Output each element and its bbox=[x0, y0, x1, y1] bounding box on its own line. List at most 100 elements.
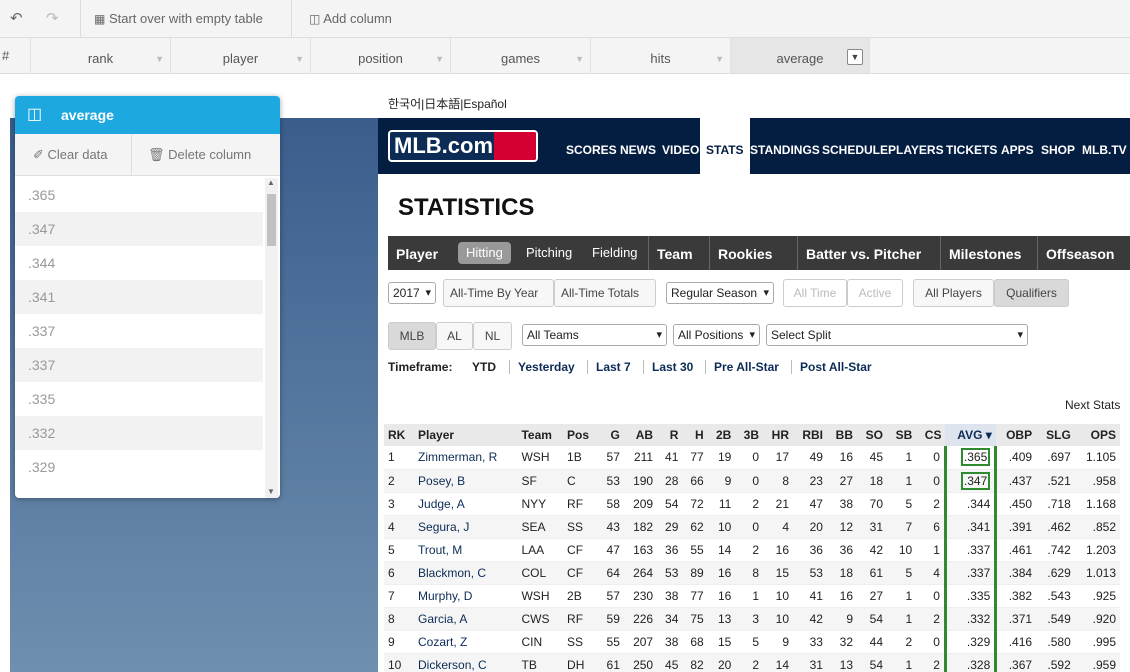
table-header-cell[interactable]: CS bbox=[916, 424, 946, 446]
language-spanish[interactable]: Español bbox=[463, 97, 506, 111]
list-item[interactable]: .329 bbox=[15, 450, 263, 484]
player-link[interactable]: Cozart, Z bbox=[414, 630, 518, 654]
tab-offseason[interactable]: Offseason Le bbox=[1037, 236, 1130, 298]
player-link[interactable]: Judge, A bbox=[414, 492, 518, 516]
column-header-average[interactable]: average ▼ bbox=[731, 38, 870, 73]
nav-players[interactable]: PLAYERS bbox=[888, 118, 944, 174]
next-stats-link[interactable]: Next Stats bbox=[1065, 398, 1120, 412]
all-players-button[interactable]: All Players bbox=[913, 279, 994, 307]
undo-icon[interactable]: ↶ bbox=[10, 0, 23, 37]
all-time-toggle[interactable]: All Time bbox=[783, 279, 847, 307]
player-link[interactable]: Trout, M bbox=[414, 538, 518, 562]
start-over-button[interactable]: ▦ Start over with empty table bbox=[94, 0, 263, 37]
table-header-cell[interactable]: SLG bbox=[1036, 424, 1075, 446]
qualifiers-button[interactable]: Qualifiers bbox=[994, 279, 1069, 307]
split-select[interactable]: Select Split bbox=[766, 324, 1028, 346]
nav-stats[interactable]: STATS bbox=[700, 118, 750, 174]
active-toggle[interactable]: Active bbox=[847, 279, 903, 307]
timeframe-post-all-star[interactable]: Post All-Star bbox=[791, 360, 872, 374]
scroll-down-icon[interactable]: ▼ bbox=[267, 487, 275, 496]
table-header-cell[interactable]: BB bbox=[826, 424, 857, 446]
column-header-hits[interactable]: hits ▼ bbox=[591, 38, 731, 73]
table-header-cell[interactable]: OPS bbox=[1074, 424, 1120, 446]
list-item[interactable]: .335 bbox=[15, 382, 263, 416]
table-header-cell[interactable]: RK bbox=[384, 424, 415, 446]
table-header-cell[interactable]: G bbox=[598, 424, 624, 446]
table-header-cell[interactable]: AVG ▾ bbox=[945, 424, 996, 446]
nav-mlbtv[interactable]: MLB.TV bbox=[1082, 118, 1127, 174]
table-header-cell[interactable]: H bbox=[682, 424, 708, 446]
timeframe-yesterday[interactable]: Yesterday bbox=[509, 360, 575, 374]
player-link[interactable]: Dickerson, C bbox=[414, 653, 518, 672]
tab-hitting[interactable]: Hitting bbox=[458, 242, 511, 264]
table-header-cell[interactable]: SO bbox=[857, 424, 888, 446]
redo-icon[interactable]: ↷ bbox=[46, 0, 59, 37]
table-header-cell[interactable]: Pos bbox=[563, 424, 599, 446]
tab-pitching[interactable]: Pitching bbox=[518, 242, 580, 264]
panel-scrollbar[interactable]: ▲ ▼ bbox=[265, 178, 278, 498]
table-header-cell[interactable]: 3B bbox=[735, 424, 763, 446]
table-header-cell[interactable]: Player bbox=[414, 424, 518, 446]
nav-tickets[interactable]: TICKETS bbox=[946, 118, 997, 174]
table-header-cell[interactable]: OBP bbox=[995, 424, 1037, 446]
table-header-cell[interactable]: AB bbox=[623, 424, 658, 446]
scrollbar-thumb[interactable] bbox=[267, 194, 276, 246]
league-al-button[interactable]: AL bbox=[436, 322, 473, 350]
player-link[interactable]: Murphy, D bbox=[414, 584, 518, 608]
league-nl-button[interactable]: NL bbox=[473, 322, 512, 350]
player-link[interactable]: Blackmon, C bbox=[414, 561, 518, 585]
table-header-cell[interactable]: 2B bbox=[707, 424, 736, 446]
delete-column-button[interactable]: 🗑 Delete column bbox=[148, 134, 251, 176]
clear-data-button[interactable]: ✐ Clear data bbox=[33, 134, 108, 176]
year-select[interactable]: 2017 bbox=[388, 282, 436, 304]
tab-fielding[interactable]: Fielding bbox=[584, 242, 646, 264]
league-mlb-button[interactable]: MLB bbox=[388, 322, 436, 350]
tab-player[interactable]: Player bbox=[388, 236, 438, 270]
player-link[interactable]: Segura, J bbox=[414, 515, 518, 539]
scroll-up-icon[interactable]: ▲ bbox=[267, 178, 275, 187]
list-item[interactable]: .347 bbox=[15, 212, 263, 246]
language-japanese[interactable]: 日本語 bbox=[424, 97, 460, 111]
positions-select[interactable]: All Positions bbox=[673, 324, 760, 346]
all-time-by-year-button[interactable]: All-Time By Year bbox=[443, 279, 554, 307]
all-time-totals-button[interactable]: All-Time Totals bbox=[554, 279, 656, 307]
table-header-cell[interactable]: HR bbox=[763, 424, 794, 446]
tab-rookies[interactable]: Rookies bbox=[709, 236, 772, 270]
list-item[interactable]: .341 bbox=[15, 280, 263, 314]
timeframe-last7[interactable]: Last 7 bbox=[587, 360, 631, 374]
nav-apps[interactable]: APPS bbox=[1001, 118, 1034, 174]
tab-milestones[interactable]: Milestones bbox=[940, 236, 1021, 270]
column-header-games[interactable]: games ▼ bbox=[451, 38, 591, 73]
list-item[interactable]: .337 bbox=[15, 348, 263, 382]
timeframe-last30[interactable]: Last 30 bbox=[643, 360, 693, 374]
table-header-cell[interactable]: Team bbox=[517, 424, 564, 446]
table-header-cell[interactable]: R bbox=[657, 424, 683, 446]
teams-select[interactable]: All Teams bbox=[522, 324, 667, 346]
timeframe-ytd[interactable]: YTD bbox=[472, 360, 496, 374]
list-item[interactable]: .332 bbox=[15, 416, 263, 450]
list-item[interactable]: .344 bbox=[15, 246, 263, 280]
table-header-cell[interactable]: RBI bbox=[793, 424, 827, 446]
nav-video[interactable]: VIDEO bbox=[662, 118, 699, 174]
tab-team[interactable]: Team bbox=[648, 236, 693, 270]
table-header-cell[interactable]: SB bbox=[887, 424, 917, 446]
column-header-player[interactable]: player ▼ bbox=[171, 38, 311, 73]
column-header-rank[interactable]: rank ▼ bbox=[31, 38, 171, 73]
nav-shop[interactable]: SHOP bbox=[1041, 118, 1075, 174]
list-item[interactable]: .365 bbox=[15, 178, 263, 212]
add-column-button[interactable]: ◫ Add column bbox=[309, 0, 392, 37]
timeframe-pre-all-star[interactable]: Pre All-Star bbox=[705, 360, 779, 374]
player-link[interactable]: Garcia, A bbox=[414, 607, 518, 631]
tab-batter-vs-pitcher[interactable]: Batter vs. Pitcher bbox=[797, 236, 921, 270]
nav-schedule[interactable]: SCHEDULE bbox=[822, 118, 888, 174]
column-header-position[interactable]: position ▼ bbox=[311, 38, 451, 73]
nav-news[interactable]: NEWS bbox=[620, 118, 656, 174]
list-item[interactable]: .337 bbox=[15, 314, 263, 348]
season-select[interactable]: Regular Season bbox=[666, 282, 774, 304]
mlb-logo[interactable]: MLB.com bbox=[388, 130, 538, 162]
nav-standings[interactable]: STANDINGS bbox=[750, 118, 820, 174]
language-korean[interactable]: 한국어 bbox=[388, 97, 421, 111]
player-link[interactable]: Zimmerman, R bbox=[414, 446, 518, 470]
player-link[interactable]: Posey, B bbox=[414, 469, 518, 493]
nav-scores[interactable]: SCORES bbox=[566, 118, 617, 174]
